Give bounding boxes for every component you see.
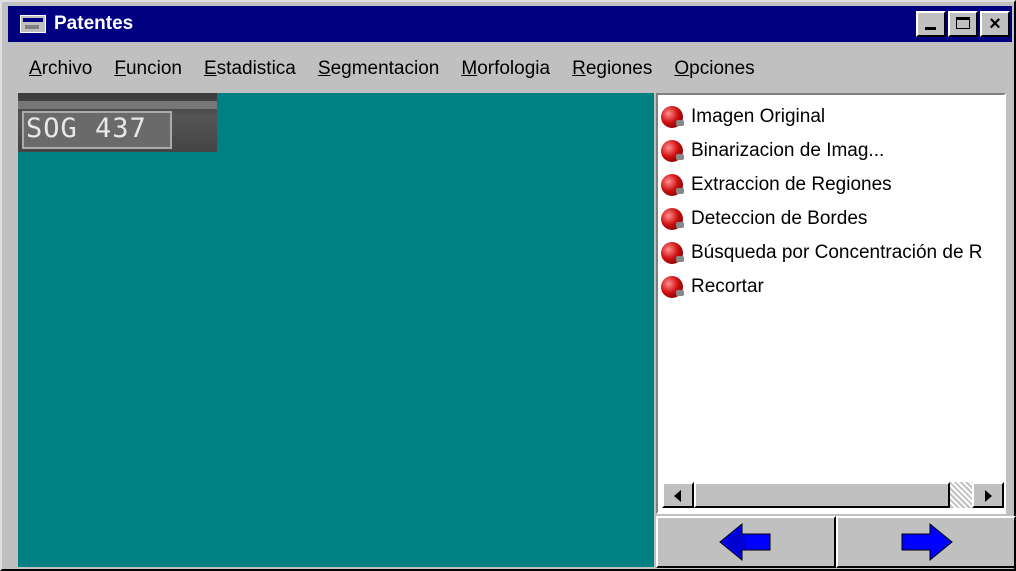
back-button[interactable] [656,516,836,568]
list-item-label: Recortar [691,276,764,297]
window-app-icon[interactable] [20,15,46,33]
list-item-label: Imagen Original [691,106,826,127]
list-item[interactable]: Búsqueda por Concentración de R [661,236,983,270]
list-item[interactable]: Recortar [661,270,983,304]
plate-number: SOG 437 [26,113,147,144]
scroll-thumb[interactable] [694,482,950,508]
menu-opciones[interactable]: Opciones [674,58,754,80]
title-bar[interactable]: Patentes × [8,6,1012,42]
red-ball-icon [661,140,684,162]
list-item-label: Deteccion de Bordes [691,208,868,229]
scroll-right-button[interactable] [972,482,1004,508]
red-ball-icon [661,242,684,264]
window-controls: × [914,11,1010,37]
horizontal-scrollbar[interactable] [662,482,1004,508]
list-item-label: Búsqueda por Concentración de R [691,242,983,263]
maximize-button[interactable] [948,11,978,37]
red-ball-icon [661,208,684,230]
operations-list[interactable]: Imagen Original Binarizacion de Imag... … [656,93,1006,514]
image-canvas: SOG 437 [18,93,654,567]
close-button[interactable]: × [980,11,1010,37]
forward-button[interactable] [836,516,1016,568]
scroll-left-button[interactable] [662,482,694,508]
arrow-right-icon [901,522,953,562]
arrow-left-icon [719,522,771,562]
plate-frame [18,101,217,109]
minimize-button[interactable] [916,11,946,37]
license-plate-image: SOG 437 [18,93,217,152]
menu-archivo[interactable]: Archivo [29,58,92,80]
menu-bar: Archivo Funcion Estadistica Segmentacion… [8,54,755,84]
list-item[interactable]: Deteccion de Bordes [661,202,983,236]
list-item[interactable]: Extraccion de Regiones [661,168,983,202]
red-ball-icon [661,174,684,196]
red-ball-icon [661,106,684,128]
list-item[interactable]: Imagen Original [661,100,983,134]
menu-morfologia[interactable]: Morfologia [461,58,550,80]
menu-regiones[interactable]: Regiones [572,58,652,80]
scroll-track[interactable] [694,482,972,508]
menu-segmentacion[interactable]: Segmentacion [318,58,439,80]
list-item-label: Extraccion de Regiones [691,174,892,195]
menu-estadistica[interactable]: Estadistica [204,58,296,80]
close-icon: × [989,13,1001,35]
window-title: Patentes [54,13,134,34]
app-window: Patentes × Archivo Funcion Estadistica S… [0,0,1016,571]
list-item[interactable]: Binarizacion de Imag... [661,134,983,168]
menu-funcion[interactable]: Funcion [114,58,182,80]
list-item-label: Binarizacion de Imag... [691,140,885,161]
red-ball-icon [661,276,684,298]
